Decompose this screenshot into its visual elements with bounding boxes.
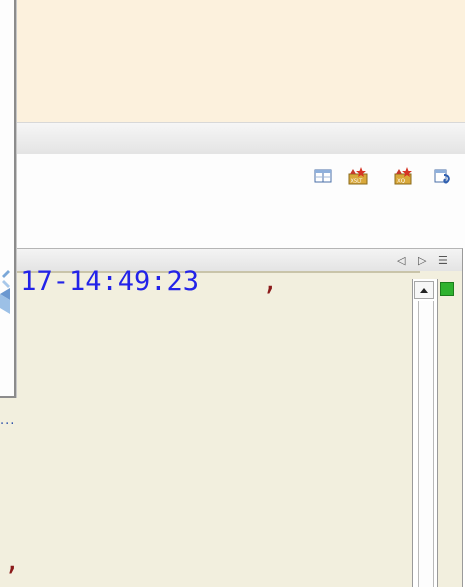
text-editor-area[interactable] [0,271,463,587]
xquery-transform-icon: XQ [394,167,412,185]
attached-schema-icon [434,169,450,184]
scroll-up-button[interactable] [414,281,434,299]
next-tab-button[interactable]: ▷ [418,254,426,267]
xquery-transform-button[interactable]: XQ [393,166,415,186]
expand-collapse-arrows-icon [0,270,10,314]
top-panel [0,0,465,122]
svg-text:XQ: XQ [397,179,406,185]
tab-list-button[interactable]: ☰ [438,254,448,267]
xslt-transform-button[interactable]: XSLT [347,166,369,186]
more-link[interactable]: ... [0,413,15,428]
triangle-up-icon [420,288,428,293]
grid-view-button[interactable] [312,166,334,186]
grid-view-icon [314,169,332,183]
validation-status-indicator[interactable] [440,282,454,296]
scrollbar-track[interactable] [418,301,434,587]
left-pane-frame [0,0,16,398]
header-band [0,122,465,155]
splitter-handle[interactable] [0,268,14,318]
attached-schema-button[interactable] [432,166,454,186]
code-comma: , [4,546,21,577]
xslt-transform-icon: XSLT [348,167,368,185]
code-comma: , [262,266,279,297]
code-line-timestamp: -17-14:49:23 [4,266,216,297]
previous-tab-button[interactable]: ◁ [397,254,405,267]
left-pane-divider [0,396,16,398]
svg-text:XSLT: XSLT [351,179,364,185]
